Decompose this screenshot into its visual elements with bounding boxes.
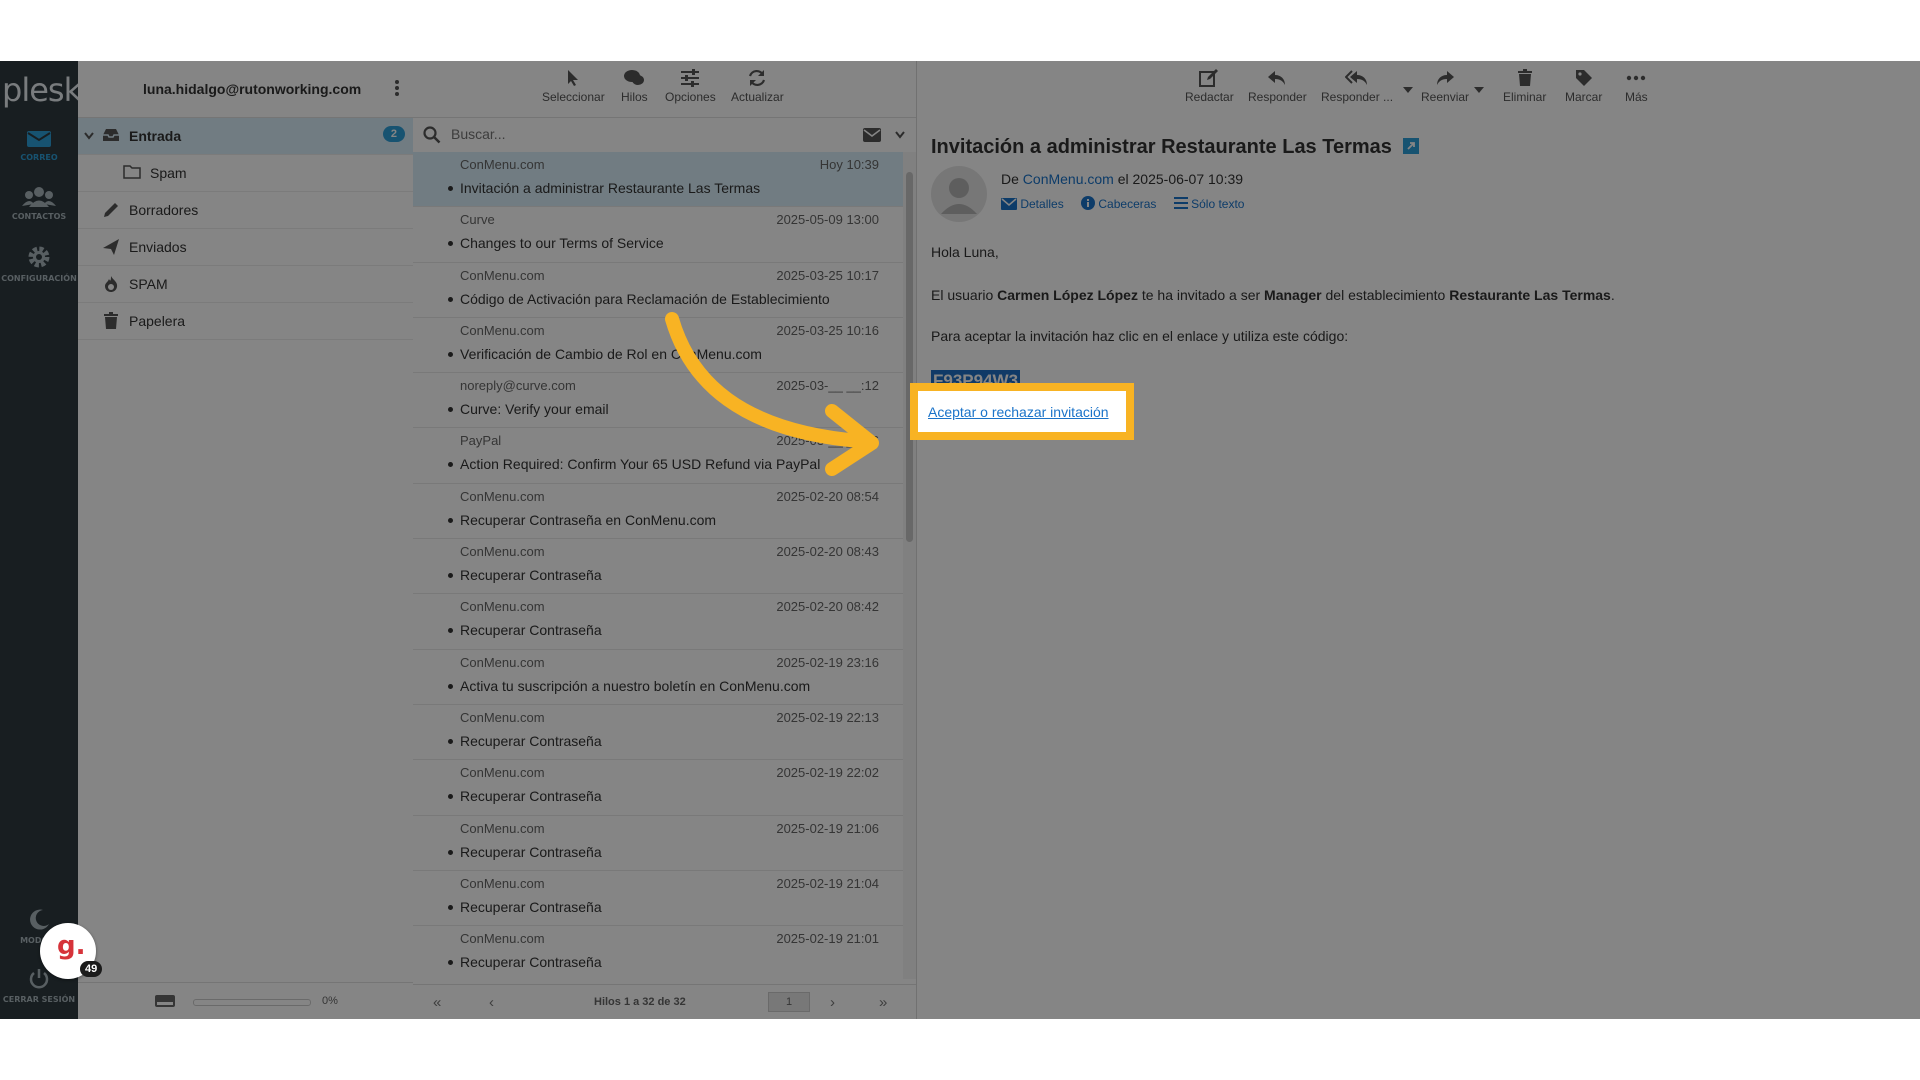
- tutorial-dim-overlay: [0, 61, 1920, 1019]
- accept-invitation-link[interactable]: Aceptar o rechazar invitación: [928, 404, 1109, 420]
- guide-badge-letter: g.: [57, 931, 86, 961]
- highlighted-link-box: Aceptar o rechazar invitación: [910, 383, 1134, 440]
- guide-badge[interactable]: g. 49: [40, 923, 103, 979]
- guide-badge-count: 49: [80, 961, 103, 977]
- tutorial-arrow-icon: [665, 312, 879, 476]
- mail-app: plesk CORREO CONTACTOS CONFIGURACIÓN MOD…: [0, 61, 1920, 1019]
